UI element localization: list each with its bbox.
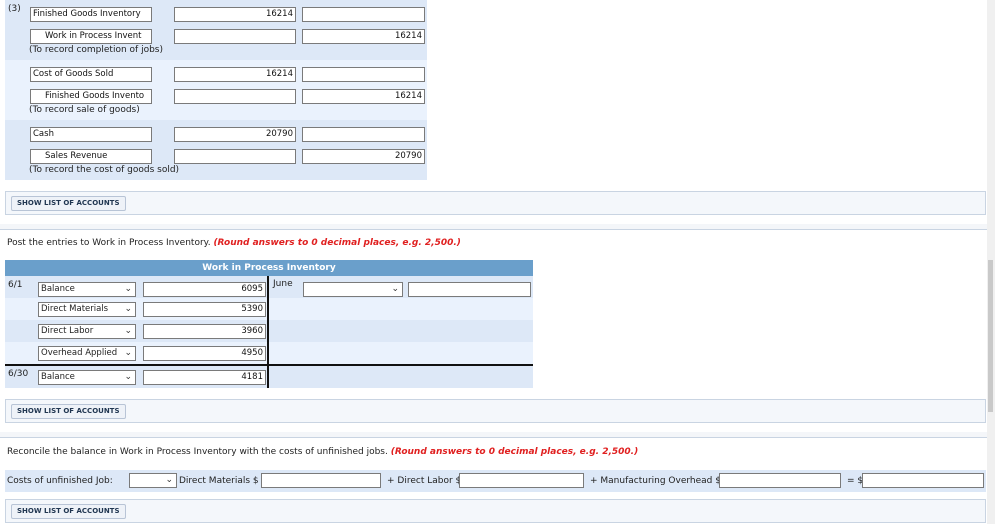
show-list-of-accounts-button[interactable]: SHOW LIST OF ACCOUNTS [11, 196, 126, 211]
account-select-value: Direct Labor [41, 326, 94, 336]
ending-balance-field[interactable]: 4181 [143, 370, 266, 385]
part-label: (3) [8, 4, 21, 14]
reconcile-instruction-text: Reconcile the balance in Work in Process… [7, 447, 388, 457]
section-divider [0, 432, 987, 438]
entry-memo: (To record completion of jobs) [29, 45, 163, 55]
t-account-total-rule [5, 364, 533, 366]
journal-entry-1: (3) Finished Goods Inventory 16214 Work … [5, 0, 427, 60]
debit-amount-field[interactable]: 3960 [143, 324, 266, 339]
entry-date: 6/30 [8, 369, 29, 379]
credit-amount-field[interactable] [302, 7, 425, 22]
direct-labor-field[interactable] [459, 473, 584, 488]
direct-materials-field[interactable] [261, 473, 381, 488]
debit-amount-field[interactable] [174, 29, 296, 44]
accounts-bar: SHOW LIST OF ACCOUNTS [5, 191, 986, 215]
debit-account-field[interactable]: Finished Goods Inventory [30, 7, 152, 22]
job-select[interactable]: ⌄ [129, 473, 177, 488]
debit-amount-field[interactable]: 5390 [143, 302, 266, 317]
credit-account-select[interactable]: ⌄ [303, 282, 403, 297]
accounts-bar: SHOW LIST OF ACCOUNTS [5, 399, 986, 423]
credit-account-field[interactable]: Work in Process Invent [30, 29, 152, 44]
chevron-down-icon: ⌄ [124, 304, 132, 314]
credit-amount-field[interactable] [302, 67, 425, 82]
t-account-row: Direct Materials ⌄ 5390 [5, 298, 533, 320]
debit-amount-field[interactable] [174, 149, 296, 164]
reconcile-row: Costs of unfinished Job: ⌄ Direct Materi… [5, 470, 986, 492]
journal-entry-3: Cash 20790 Sales Revenue 20790 (To recor… [5, 120, 427, 180]
credit-account-field[interactable]: Sales Revenue [30, 149, 152, 164]
manufacturing-overhead-field[interactable] [719, 473, 841, 488]
account-select-value: Balance [41, 372, 75, 382]
account-select[interactable]: Direct Labor ⌄ [38, 324, 136, 339]
debit-amount-field[interactable]: 4950 [143, 346, 266, 361]
debit-amount-field[interactable] [174, 89, 296, 104]
account-select[interactable]: Direct Materials ⌄ [38, 302, 136, 317]
total-field[interactable] [862, 473, 984, 488]
chevron-down-icon: ⌄ [165, 475, 173, 485]
manufacturing-overhead-label: + Manufacturing Overhead $ [590, 476, 721, 486]
credit-amount-field[interactable] [408, 282, 531, 297]
job-label: Costs of unfinished Job: [7, 476, 113, 486]
show-list-of-accounts-button[interactable]: SHOW LIST OF ACCOUNTS [11, 504, 126, 519]
entry-date: 6/1 [8, 280, 23, 290]
t-account-title: Work in Process Inventory [5, 260, 533, 276]
entry-memo: (To record sale of goods) [29, 105, 140, 115]
chevron-down-icon: ⌄ [124, 348, 132, 358]
debit-amount-field[interactable]: 20790 [174, 127, 296, 142]
credit-amount-field[interactable]: 16214 [302, 29, 425, 44]
credit-amount-field[interactable]: 20790 [302, 149, 425, 164]
account-select-value: Overhead Applied [41, 348, 118, 358]
account-select-value: Direct Materials [41, 304, 109, 314]
credit-amount-field[interactable] [302, 127, 425, 142]
credit-account-field[interactable]: Finished Goods Invento [30, 89, 152, 104]
rounding-hint: (Round answers to 0 decimal places, e.g.… [213, 238, 461, 248]
account-select[interactable]: Balance ⌄ [38, 370, 136, 385]
direct-labor-label: + Direct Labor $ [387, 476, 462, 486]
t-account-row: 6/1 Balance ⌄ 6095 June ⌄ [5, 276, 533, 298]
scrollbar-thumb[interactable] [988, 260, 993, 412]
chevron-down-icon: ⌄ [124, 326, 132, 336]
section-divider [0, 224, 987, 230]
accounts-bar: SHOW LIST OF ACCOUNTS [5, 499, 986, 523]
debit-account-field[interactable]: Cash [30, 127, 152, 142]
t-account-vertical-rule [267, 276, 269, 388]
debit-account-field[interactable]: Cost of Goods Sold [30, 67, 152, 82]
t-account-row: Overhead Applied ⌄ 4950 [5, 342, 533, 364]
chevron-down-icon: ⌄ [124, 372, 132, 382]
direct-materials-label: Direct Materials $ [179, 476, 259, 486]
rounding-hint: (Round answers to 0 decimal places, e.g.… [390, 447, 639, 457]
show-list-of-accounts-button[interactable]: SHOW LIST OF ACCOUNTS [11, 404, 126, 419]
debit-amount-field[interactable]: 16214 [174, 67, 296, 82]
journal-entry-2: Cost of Goods Sold 16214 Finished Goods … [5, 60, 427, 120]
t-account-row: Direct Labor ⌄ 3960 [5, 320, 533, 342]
t-account-work-in-process: Work in Process Inventory 6/1 Balance ⌄ … [5, 260, 533, 388]
total-label: = $ [847, 476, 864, 486]
post-instruction: Post the entries to Work in Process Inve… [7, 238, 461, 248]
account-select[interactable]: Overhead Applied ⌄ [38, 346, 136, 361]
reconcile-instruction: Reconcile the balance in Work in Process… [7, 447, 638, 457]
credit-amount-field[interactable]: 16214 [302, 89, 425, 104]
chevron-down-icon: ⌄ [124, 284, 132, 294]
page: (3) Finished Goods Inventory 16214 Work … [0, 0, 987, 524]
account-select[interactable]: Balance ⌄ [38, 282, 136, 297]
chevron-down-icon: ⌄ [391, 284, 399, 294]
t-account-ending-row: 6/30 Balance ⌄ 4181 [5, 364, 533, 388]
post-instruction-text: Post the entries to Work in Process Inve… [7, 238, 211, 248]
vertical-scrollbar[interactable] [987, 0, 995, 524]
credit-date: June [273, 279, 293, 289]
debit-amount-field[interactable]: 6095 [143, 282, 266, 297]
debit-amount-field[interactable]: 16214 [174, 7, 296, 22]
account-select-value: Balance [41, 284, 75, 294]
entry-memo: (To record the cost of goods sold) [29, 165, 180, 175]
